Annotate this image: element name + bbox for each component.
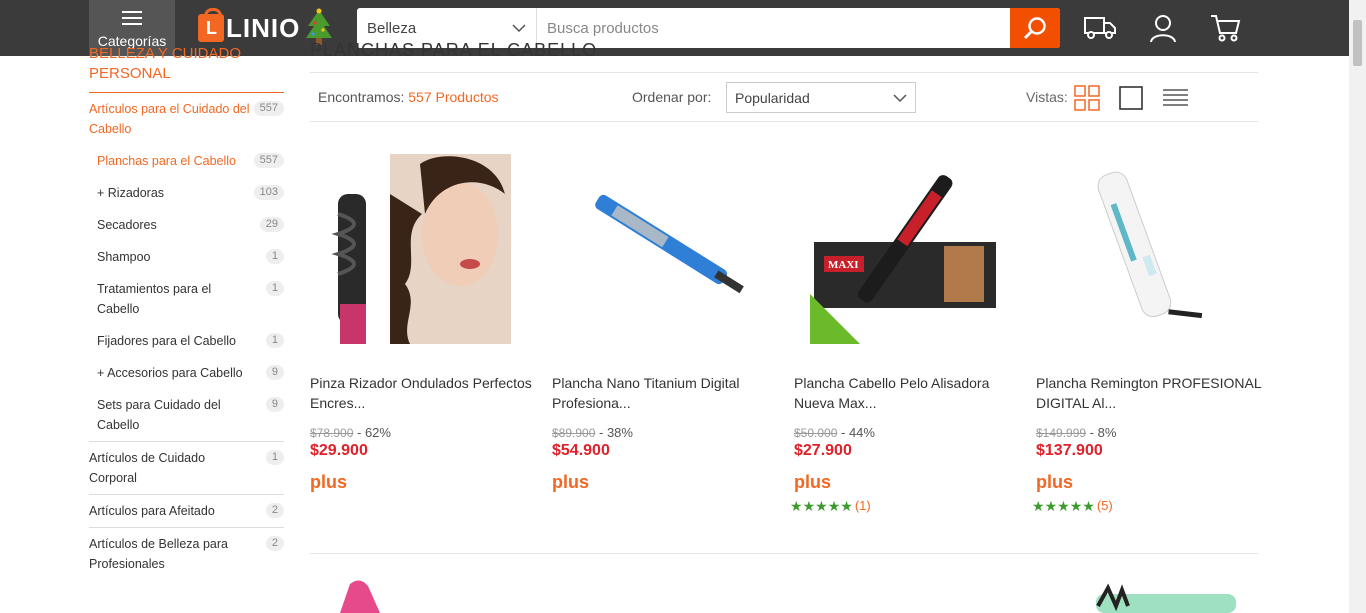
- sort-label: Ordenar por:: [632, 89, 712, 105]
- product-price: $54.900: [552, 442, 610, 459]
- sidebar-item-label: Secadores: [97, 218, 157, 232]
- product-rating: ★ ★ ★ ★ ★ (1): [790, 498, 871, 513]
- sidebar-item-count: 1: [265, 333, 284, 348]
- search-icon: [1023, 17, 1046, 40]
- views-label: Vistas:: [1026, 89, 1068, 105]
- single-view-icon[interactable]: [1118, 85, 1144, 111]
- sidebar-item[interactable]: Artículos para el Cuidado del Cabello 557: [89, 93, 284, 145]
- plus-badge: plus: [310, 472, 348, 492]
- truck-icon[interactable]: [1083, 12, 1117, 44]
- product-old-price-line: $78.900 - 62%: [310, 425, 391, 440]
- sidebar-item-label: Artículos para el Cuidado del Cabello: [89, 102, 250, 136]
- sidebar-item-count: 9: [265, 365, 284, 380]
- sidebar-item[interactable]: + Rizadoras 103: [89, 177, 284, 209]
- results-number: 557 Productos: [408, 89, 499, 105]
- sidebar-item-label: Sets para Cuidado del Cabello: [97, 398, 221, 432]
- product-name[interactable]: Plancha Nano Titanium Digital Profesiona…: [552, 373, 782, 413]
- sidebar-item-count: 29: [259, 217, 284, 232]
- product-old-price-line: $89.900 - 38%: [552, 425, 633, 440]
- sidebar-item-label: Planchas para el Cabello: [97, 154, 236, 168]
- search-button[interactable]: [1010, 8, 1060, 48]
- product-name[interactable]: Pinza Rizador Ondulados Perfectos Encres…: [310, 373, 540, 413]
- sidebar-item[interactable]: Fijadores para el Cabello 1: [89, 325, 284, 357]
- sidebar-item[interactable]: Artículos de Belleza para Profesionales 2: [89, 527, 284, 580]
- product-image-partial[interactable]: [1036, 576, 1266, 613]
- product-card[interactable]: MAXI Plancha Cabello Pelo Alisadora Nuev…: [790, 154, 1024, 513]
- hamburger-icon: [122, 11, 142, 25]
- chevron-down-icon: [893, 93, 907, 102]
- product-image-partial[interactable]: [310, 576, 540, 613]
- product-image-curler[interactable]: [310, 154, 540, 344]
- listing-toolbar: Encontramos: 557 Productos Ordenar por: …: [310, 72, 1258, 122]
- product-price: $27.900: [794, 442, 852, 459]
- sidebar-item[interactable]: Tratamientos para el Cabello 1: [89, 273, 284, 325]
- product-name[interactable]: Plancha Cabello Pelo Alisadora Nueva Max…: [794, 373, 1024, 413]
- product-price: $137.900: [1036, 442, 1103, 459]
- chevron-down-icon: [512, 24, 526, 32]
- user-icon[interactable]: [1146, 12, 1180, 44]
- sidebar-item-label: Shampoo: [97, 250, 151, 264]
- sidebar-item[interactable]: Artículos para Afeitado 2: [89, 494, 284, 527]
- plus-badge: plus: [794, 472, 832, 492]
- sidebar-item[interactable]: Shampoo 1: [89, 241, 284, 273]
- grid-view-icon[interactable]: [1074, 85, 1100, 111]
- sidebar-item-count: 2: [265, 503, 284, 518]
- sidebar-item-label: Artículos para Afeitado: [89, 504, 215, 518]
- search-input[interactable]: [537, 8, 1010, 48]
- sidebar-item-label: + Rizadoras: [97, 186, 165, 200]
- sidebar-item[interactable]: Planchas para el Cabello 557: [89, 145, 284, 177]
- product-image-flat-iron-blue[interactable]: [552, 154, 782, 344]
- plus-badge: plus: [1036, 472, 1074, 492]
- category-sidebar: BELLEZA Y CUIDADO PERSONAL Artículos par…: [89, 45, 284, 580]
- product-card[interactable]: Plancha Nano Titanium Digital Profesiona…: [552, 154, 782, 493]
- sidebar-item-label: + Accesorios para Cabello: [97, 366, 243, 380]
- page-title: PLANCHAS PARA EL CABELLO: [310, 40, 598, 60]
- sidebar-item-count: 103: [253, 185, 284, 200]
- sidebar-item-count: 2: [265, 536, 284, 551]
- sort-value: Popularidad: [735, 89, 810, 106]
- product-image-remington-iron[interactable]: [1036, 154, 1266, 344]
- list-view-icon[interactable]: [1162, 85, 1188, 111]
- scrollbar-thumb[interactable]: [1353, 20, 1362, 66]
- sidebar-item-label: Artículos de Cuidado Corporal: [89, 451, 206, 485]
- sidebar-item[interactable]: Secadores 29: [89, 209, 284, 241]
- sidebar-item-count: 9: [265, 397, 284, 412]
- sidebar-item[interactable]: + Accesorios para Cabello 9: [89, 357, 284, 389]
- sidebar-item-label: Fijadores para el Cabello: [97, 334, 236, 348]
- product-name[interactable]: Plancha Remington PROFESIONAL DIGITAL Al…: [1036, 373, 1266, 413]
- product-image-maxi-iron[interactable]: MAXI: [794, 154, 1024, 344]
- star-rating-icon: ★ ★ ★ ★ ★: [790, 497, 853, 514]
- row-divider: [310, 553, 1258, 554]
- results-count: Encontramos: 557 Productos: [318, 89, 499, 105]
- search-category-value: Belleza: [367, 19, 417, 37]
- sidebar-item-count: 1: [265, 281, 284, 296]
- rating-count[interactable]: (1): [855, 498, 871, 513]
- shopping-bag-logo-icon: [198, 8, 224, 42]
- sidebar-item-label: Tratamientos para el Cabello: [97, 282, 212, 316]
- sidebar-heading[interactable]: BELLEZA Y CUIDADO PERSONAL: [89, 44, 284, 93]
- product-price: $29.900: [310, 442, 368, 459]
- linio-logo[interactable]: LINIO: [198, 8, 301, 46]
- sidebar-item[interactable]: Artículos de Cuidado Corporal 1: [89, 441, 284, 494]
- sort-select[interactable]: Popularidad: [726, 82, 916, 113]
- sidebar-item-count: 557: [253, 153, 284, 168]
- product-old-price-line: $149.999 - 8%: [1036, 425, 1117, 440]
- product-rating: ★ ★ ★ ★ ★ (5): [1032, 498, 1113, 513]
- svg-text:MAXI: MAXI: [828, 259, 859, 271]
- sidebar-item[interactable]: Sets para Cuidado del Cabello 9: [89, 389, 284, 441]
- sidebar-item-label: Artículos de Belleza para Profesionales: [89, 537, 228, 571]
- sidebar-item-count: 1: [265, 450, 284, 465]
- vertical-scrollbar[interactable]: [1349, 0, 1366, 613]
- sidebar-item-count: 1: [265, 249, 284, 264]
- cart-icon[interactable]: [1208, 12, 1242, 44]
- logo-text: LINIO: [226, 12, 301, 43]
- product-card[interactable]: Plancha Remington PROFESIONAL DIGITAL Al…: [1032, 154, 1266, 513]
- rating-count[interactable]: (5): [1097, 498, 1113, 513]
- plus-badge: plus: [552, 472, 590, 492]
- star-rating-icon: ★ ★ ★ ★ ★: [1032, 497, 1095, 514]
- product-card[interactable]: Pinza Rizador Ondulados Perfectos Encres…: [310, 154, 540, 493]
- sidebar-item-count: 557: [253, 101, 284, 116]
- product-old-price-line: $50.000 - 44%: [794, 425, 875, 440]
